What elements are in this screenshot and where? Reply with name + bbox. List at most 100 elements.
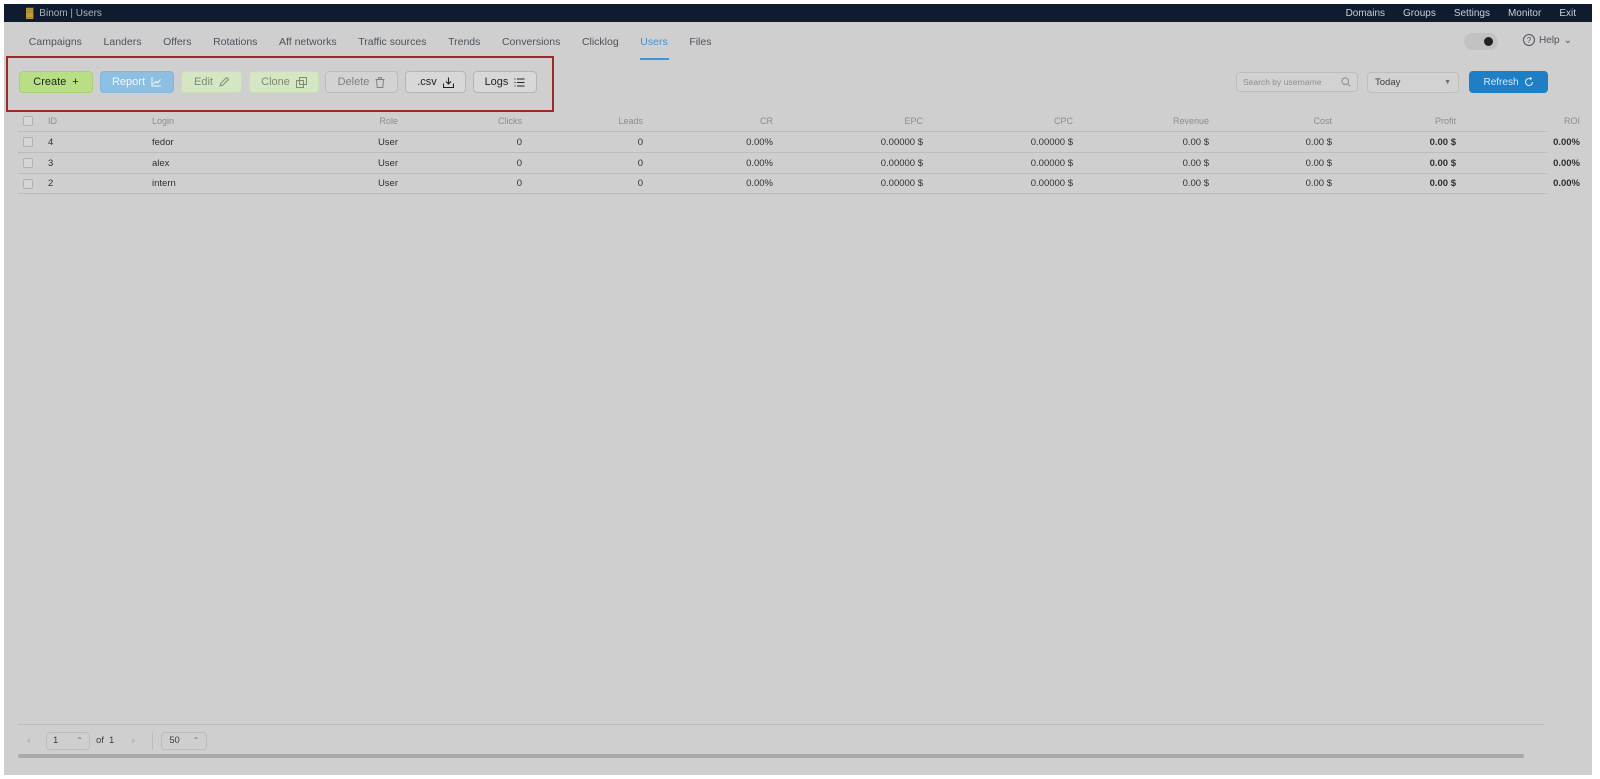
download-icon (442, 77, 454, 88)
search-input[interactable]: Search by username (1236, 72, 1358, 92)
delete-label: Delete (337, 76, 370, 88)
help-label: Help (1539, 34, 1560, 46)
report-button[interactable]: Report (100, 71, 174, 93)
top-link-settings[interactable]: Settings (1454, 8, 1490, 19)
chart-line-icon (151, 77, 162, 87)
cell-cpc: 0.00000 $ (1030, 178, 1073, 189)
cell-clicks: 0 (516, 157, 522, 169)
horizontal-scrollbar[interactable] (18, 754, 1524, 758)
app-frame: ▓ Binom | Users Domains Groups Settings … (4, 4, 1592, 775)
row-checkbox[interactable] (18, 137, 38, 147)
help-menu[interactable]: ? Help ⌄ (1523, 34, 1572, 46)
cell-revenue: 0.00 $ (1182, 157, 1209, 169)
top-links: Domains Groups Settings Monitor Exit (1346, 8, 1576, 19)
cell-role: User (377, 157, 398, 169)
page-size: 50 (169, 735, 180, 746)
cell-id: 2 (48, 178, 54, 189)
top-link-groups[interactable]: Groups (1403, 8, 1436, 19)
refresh-button[interactable]: Refresh (1469, 71, 1548, 93)
cell-roi: 0.00% (1553, 136, 1580, 148)
top-bar: ▓ Binom | Users Domains Groups Settings … (4, 4, 1592, 22)
col-header-id[interactable]: ID (38, 116, 148, 126)
report-label: Report (111, 76, 146, 88)
top-link-exit[interactable]: Exit (1559, 8, 1576, 19)
select-all-checkbox[interactable] (18, 115, 38, 126)
total-pages: 1 (108, 735, 115, 746)
brand[interactable]: ▓ Binom | Users (26, 8, 102, 19)
divider (152, 731, 154, 750)
trash-icon (375, 76, 385, 88)
cell-epc: 0.00000 $ (880, 136, 923, 148)
col-header-cost[interactable]: Cost (1209, 116, 1332, 126)
cell-id: 4 (48, 136, 54, 148)
top-link-monitor[interactable]: Monitor (1508, 8, 1541, 19)
page-size-select[interactable]: 50 ⌃ (161, 731, 208, 750)
tab-clicklog[interactable]: Clicklog (571, 22, 629, 62)
col-header-epc[interactable]: EPC (773, 116, 923, 126)
edit-button[interactable]: Edit (181, 71, 242, 93)
clone-label: Clone (261, 76, 290, 88)
row-checkbox[interactable] (18, 158, 38, 168)
cell-login: fedor (152, 136, 174, 148)
pencil-icon (219, 77, 229, 87)
next-page-icon[interactable]: › (122, 735, 144, 747)
cell-login: intern (152, 178, 176, 189)
col-header-role[interactable]: Role (288, 116, 404, 126)
current-page: 1 (53, 735, 59, 746)
top-link-domains[interactable]: Domains (1346, 8, 1385, 19)
search-icon (1341, 77, 1351, 87)
tab-users[interactable]: Users (630, 22, 679, 62)
clone-button[interactable]: Clone (249, 71, 319, 93)
col-header-cr[interactable]: CR (643, 116, 773, 126)
period-value: Today (1375, 77, 1401, 88)
users-table: ID Login Role Clicks Leads CR EPC CPC Re… (18, 110, 1580, 194)
plus-icon: + (72, 75, 79, 88)
table-row[interactable]: 4 fedor User 0 0 0.00% 0.00000 $ 0.00000… (18, 131, 1580, 152)
create-button[interactable]: Create + (19, 71, 93, 93)
cell-cr: 0.00% (746, 157, 773, 169)
table-row[interactable]: 3 alex User 0 0 0.00% 0.00000 $ 0.00000 … (18, 152, 1580, 173)
app-title: Binom | Users (39, 7, 102, 19)
cell-cost: 0.00 $ (1305, 178, 1332, 189)
col-header-revenue[interactable]: Revenue (1073, 116, 1209, 126)
col-header-leads[interactable]: Leads (522, 116, 643, 126)
col-header-clicks[interactable]: Clicks (404, 116, 522, 126)
prev-page-icon[interactable]: ‹ (18, 735, 40, 747)
logs-button[interactable]: Logs (473, 71, 537, 93)
tab-files[interactable]: Files (679, 22, 723, 62)
csv-export-button[interactable]: .csv (405, 71, 466, 93)
col-header-roi[interactable]: ROI (1456, 116, 1580, 126)
cell-roi: 0.00% (1553, 157, 1580, 169)
cell-cpc: 0.00000 $ (1030, 136, 1073, 148)
cell-leads: 0 (637, 157, 643, 169)
cell-role: User (377, 136, 398, 148)
cell-roi: 0.00% (1553, 178, 1580, 189)
delete-button[interactable]: Delete (325, 71, 398, 93)
theme-toggle[interactable] (1464, 33, 1498, 50)
chevron-up-icon: ⌃ (76, 736, 83, 745)
cell-cr: 0.00% (746, 178, 773, 189)
row-checkbox[interactable] (18, 178, 38, 189)
cell-clicks: 0 (516, 178, 522, 189)
create-label: Create (33, 76, 67, 88)
cell-revenue: 0.00 $ (1182, 136, 1209, 148)
toggle-knob-icon (1484, 37, 1493, 46)
cell-leads: 0 (637, 136, 643, 148)
cell-clicks: 0 (516, 136, 522, 148)
chevron-up-icon: ⌃ (192, 736, 200, 745)
col-header-login[interactable]: Login (148, 116, 288, 126)
cell-epc: 0.00000 $ (880, 178, 923, 189)
search-placeholder: Search by username (1243, 77, 1322, 87)
refresh-icon (1524, 77, 1533, 87)
col-header-profit[interactable]: Profit (1332, 116, 1456, 126)
col-header-cpc[interactable]: CPC (923, 116, 1073, 126)
cell-profit: 0.00 $ (1429, 136, 1456, 148)
list-icon (514, 77, 525, 87)
period-select[interactable]: Today ▼ (1367, 72, 1459, 93)
caret-down-icon: ▼ (1444, 79, 1451, 86)
pagination: ‹ 1 ⌃ of 1 › 50 ⌃ (18, 724, 1544, 756)
page-number-select[interactable]: 1 ⌃ (46, 731, 90, 750)
table-row[interactable]: 2 intern User 0 0 0.00% 0.00000 $ 0.0000… (18, 173, 1580, 194)
edit-label: Edit (194, 76, 213, 88)
copy-icon (295, 76, 307, 88)
